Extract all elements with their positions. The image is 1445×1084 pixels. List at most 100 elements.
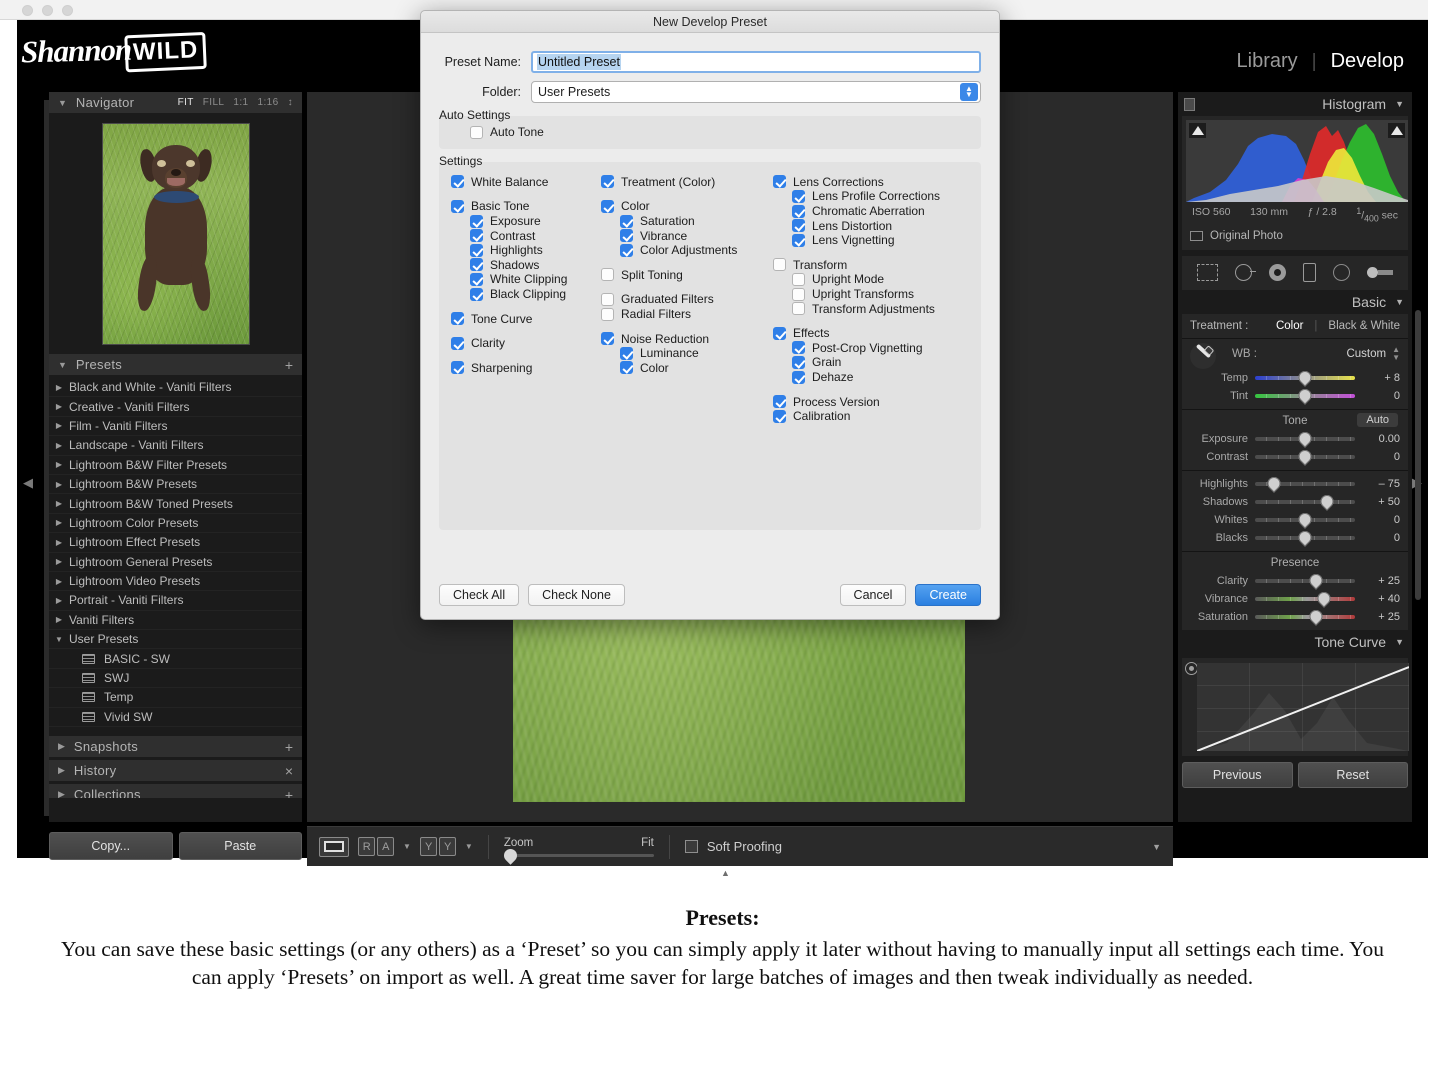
chevron-down-icon[interactable]: ▼ <box>465 842 473 851</box>
triangle-right-icon[interactable]: ▶ <box>49 596 69 605</box>
slider-track[interactable] <box>1255 385 1355 405</box>
reset-button[interactable]: Reset <box>1297 761 1408 788</box>
setting-checkbox[interactable] <box>451 336 464 350</box>
triangle-right-icon[interactable]: ▶ <box>49 518 69 527</box>
slider-knob[interactable] <box>1295 367 1315 387</box>
setting-checkbox-row[interactable]: Upright Mode <box>792 272 963 287</box>
preset-list-item[interactable]: ▶ Lightroom Color Presets <box>49 514 302 533</box>
setting-checkbox[interactable] <box>470 214 483 228</box>
copy-button[interactable]: Copy... <box>49 832 173 860</box>
setting-checkbox[interactable] <box>470 243 483 257</box>
slider-row[interactable]: Shadows + 50 <box>1182 491 1408 511</box>
slider-knob[interactable] <box>1306 570 1326 590</box>
auto-tone-checkbox[interactable] <box>470 125 483 139</box>
slider-value[interactable]: + 40 <box>1362 593 1400 605</box>
slider-track[interactable] <box>1255 428 1355 448</box>
check-all-button[interactable]: Check All <box>439 584 520 606</box>
triangle-down-icon[interactable]: ▼ <box>58 360 67 370</box>
setting-checkbox-row[interactable]: Dehaze <box>792 370 963 385</box>
triangle-right-icon[interactable]: ▶ <box>49 480 69 489</box>
snapshots-header[interactable]: ▶ Snapshots + <box>49 736 302 758</box>
navigator-preview[interactable] <box>49 113 302 351</box>
setting-checkbox-row[interactable]: Clarity <box>451 336 601 351</box>
adjustment-brush-icon[interactable] <box>1367 267 1394 279</box>
setting-checkbox[interactable] <box>601 292 614 306</box>
show-left-panel-arrow[interactable]: ◀ <box>23 475 33 491</box>
triangle-down-icon[interactable]: ▼ <box>1395 637 1404 647</box>
slider-track[interactable] <box>1255 509 1355 529</box>
setting-checkbox-row[interactable]: Saturation <box>620 214 773 229</box>
survey-view-icon-y1[interactable]: Y <box>419 837 437 856</box>
presets-header[interactable]: ▼ Presets + <box>49 354 302 375</box>
slider-value[interactable]: 0 <box>1362 390 1400 402</box>
cancel-button[interactable]: Cancel <box>839 584 907 606</box>
zoom-slider-knob[interactable] <box>501 845 520 865</box>
original-photo-row[interactable]: Original Photo <box>1186 226 1404 246</box>
collections-header[interactable]: ▶ Collections + <box>49 784 302 799</box>
wb-value-group[interactable]: Custom ▲ ▼ <box>1346 346 1400 361</box>
slider-track[interactable] <box>1255 527 1355 547</box>
preset-list-item[interactable]: ▶ Landscape - Vaniti Filters <box>49 436 302 455</box>
show-filmstrip-arrow[interactable]: ▲ <box>721 868 730 878</box>
setting-checkbox-row[interactable]: Sharpening <box>451 361 601 376</box>
preset-list-item[interactable]: ▶ Lightroom B&W Toned Presets <box>49 494 302 513</box>
slider-row[interactable]: Clarity + 25 <box>1182 570 1408 590</box>
triangle-right-icon[interactable]: ▶ <box>58 741 65 752</box>
plus-icon[interactable]: + <box>285 787 293 799</box>
setting-checkbox-row[interactable]: Exposure <box>470 214 601 229</box>
setting-checkbox-row[interactable]: Lens Distortion <box>792 218 963 233</box>
slider-knob[interactable] <box>1314 588 1334 608</box>
slider-track[interactable] <box>1255 588 1355 608</box>
triangle-right-icon[interactable]: ▶ <box>49 499 69 508</box>
slider-row[interactable]: Whites 0 <box>1182 509 1408 529</box>
zoom-slider-track[interactable] <box>501 845 654 865</box>
point-curve-icon[interactable] <box>1184 98 1195 111</box>
setting-checkbox-row[interactable]: Effects <box>773 326 963 341</box>
preset-list-item[interactable]: Vivid SW <box>49 708 302 727</box>
preset-list-item[interactable]: ▼ User Presets <box>49 630 302 649</box>
slider-value[interactable]: + 25 <box>1362 575 1400 587</box>
setting-checkbox-row[interactable]: Process Version <box>773 394 963 409</box>
setting-checkbox-row[interactable]: Noise Reduction <box>601 331 773 346</box>
triangle-right-icon[interactable]: ▶ <box>49 402 69 411</box>
setting-checkbox-row[interactable]: Luminance <box>620 346 773 361</box>
auto-tone-button[interactable]: Auto <box>1357 412 1398 427</box>
folder-select[interactable]: User Presets ▲ ▼ <box>531 81 981 103</box>
triangle-right-icon[interactable]: ▶ <box>49 615 69 624</box>
preset-list-item[interactable]: ▶ Creative - Vaniti Filters <box>49 397 302 416</box>
triangle-right-icon[interactable]: ▶ <box>58 789 65 798</box>
setting-checkbox[interactable] <box>773 175 786 189</box>
paste-button[interactable]: Paste <box>178 832 302 860</box>
slider-track[interactable] <box>1255 606 1355 626</box>
right-panel-scrollbar[interactable] <box>1415 310 1421 600</box>
plus-icon[interactable]: + <box>285 357 293 373</box>
slider-value[interactable]: 0 <box>1362 532 1400 544</box>
slider-value[interactable]: + 50 <box>1362 496 1400 508</box>
slider-row[interactable]: Tint 0 <box>1182 385 1408 405</box>
setting-checkbox[interactable] <box>620 214 633 228</box>
stepper-icon[interactable]: ▲ ▼ <box>1392 346 1400 361</box>
setting-checkbox[interactable] <box>773 258 786 272</box>
setting-checkbox-row[interactable]: Transform Adjustments <box>792 301 963 316</box>
red-eye-correction-icon[interactable] <box>1268 264 1286 282</box>
preset-list-item[interactable]: ▶ Black and White - Vaniti Filters <box>49 378 302 397</box>
stepper-icon[interactable]: ▲ ▼ <box>960 83 978 101</box>
zoom-button-icon[interactable] <box>62 5 73 16</box>
setting-checkbox-row[interactable]: Vibrance <box>620 228 773 243</box>
slider-track[interactable] <box>1255 473 1355 493</box>
preset-list-item[interactable]: BASIC - SW <box>49 649 302 668</box>
preset-list-item[interactable]: ▶ Vaniti Filters <box>49 611 302 630</box>
slider-knob[interactable] <box>1295 527 1315 547</box>
slider-value[interactable]: 0.00 <box>1362 433 1400 445</box>
preset-list-item[interactable]: ▶ Portrait - Vaniti Filters <box>49 591 302 610</box>
triangle-down-icon[interactable]: ▼ <box>58 98 67 108</box>
setting-checkbox-row[interactable]: Treatment (Color) <box>601 175 773 190</box>
histogram-header[interactable]: Histogram ▼ <box>1178 92 1412 116</box>
slider-value[interactable]: 0 <box>1362 451 1400 463</box>
crop-overlay-icon[interactable] <box>1196 264 1218 282</box>
white-balance-selector-icon[interactable] <box>1190 342 1216 369</box>
setting-checkbox[interactable] <box>451 312 464 326</box>
create-button[interactable]: Create <box>915 584 981 606</box>
setting-checkbox-row[interactable]: Black Clipping <box>470 287 601 302</box>
setting-checkbox-row[interactable]: Color <box>620 361 773 376</box>
